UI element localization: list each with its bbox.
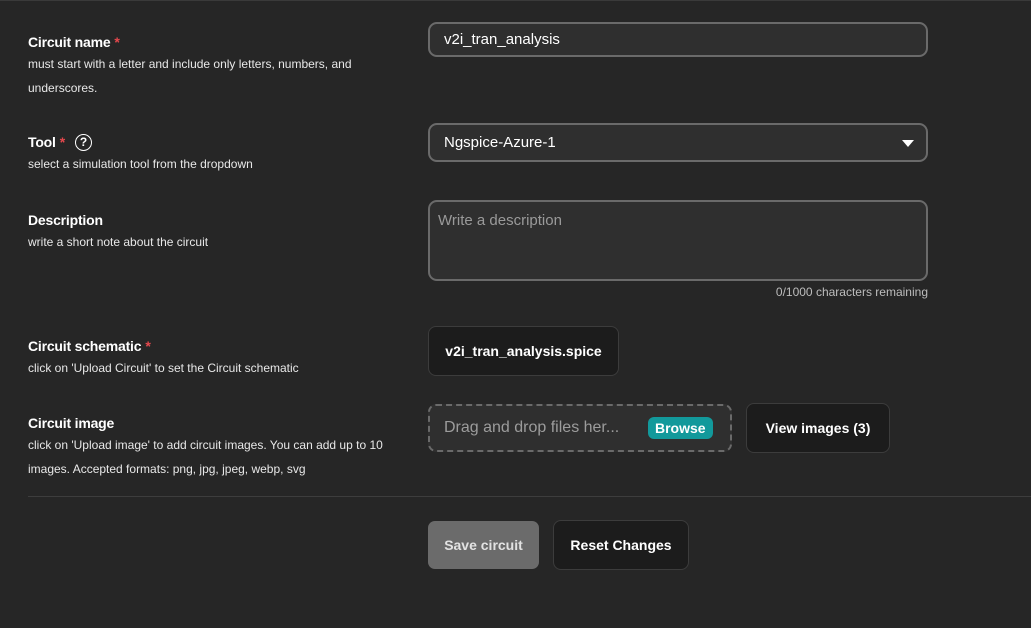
circuit-name-input[interactable]: v2i_tran_analysis [428, 22, 928, 57]
tool-selected-value: Ngspice-Azure-1 [444, 134, 556, 151]
image-dropzone[interactable]: Drag and drop files her... Browse [428, 404, 732, 452]
schematic-help: click on 'Upload Circuit' to set the Cir… [28, 361, 299, 375]
help-question-icon[interactable]: ? [74, 133, 92, 151]
dropzone-text: Drag and drop files her... [444, 419, 620, 436]
section-divider [28, 496, 1031, 497]
schematic-label-group: Circuit schematic * click on 'Upload Cir… [28, 336, 418, 380]
browse-button[interactable]: Browse [648, 417, 713, 439]
image-label-group: Circuit image click on 'Upload image' to… [28, 413, 418, 481]
description-title: Description [28, 212, 103, 228]
required-marker: * [114, 34, 120, 50]
view-images-button[interactable]: View images (3) [746, 403, 890, 453]
image-title-row: Circuit image [28, 413, 418, 433]
circuit-name-title: Circuit name [28, 34, 111, 50]
reset-changes-button[interactable]: Reset Changes [553, 520, 689, 570]
top-border [0, 0, 1031, 1]
circuit-name-help: must start with a letter and include onl… [28, 57, 352, 95]
image-title: Circuit image [28, 415, 115, 431]
description-textarea[interactable]: Write a description [428, 200, 928, 281]
required-marker: * [59, 134, 65, 150]
chevron-down-icon [902, 139, 914, 147]
circuit-name-label-group: Circuit name * must start with a letter … [28, 32, 418, 100]
description-placeholder: Write a description [438, 212, 562, 229]
circuit-name-title-row: Circuit name * [28, 32, 418, 52]
tool-select[interactable]: Ngspice-Azure-1 [428, 123, 928, 162]
save-circuit-button[interactable]: Save circuit [428, 521, 539, 569]
tool-title-row: Tool * ? [28, 132, 418, 152]
circuit-name-value: v2i_tran_analysis [444, 31, 560, 48]
description-title-row: Description [28, 210, 418, 230]
description-label-group: Description write a short note about the… [28, 210, 418, 254]
schematic-title-row: Circuit schematic * [28, 336, 418, 356]
schematic-title: Circuit schematic [28, 338, 142, 354]
description-char-counter: 0/1000 characters remaining [775, 285, 928, 299]
tool-title: Tool [28, 134, 56, 150]
image-help: click on 'Upload image' to add circuit i… [28, 438, 383, 476]
tool-help: select a simulation tool from the dropdo… [28, 157, 253, 171]
tool-label-group: Tool * ? select a simulation tool from t… [28, 132, 418, 176]
schematic-file-button[interactable]: v2i_tran_analysis.spice [428, 326, 619, 376]
description-help: write a short note about the circuit [28, 235, 209, 249]
required-marker: * [145, 338, 151, 354]
